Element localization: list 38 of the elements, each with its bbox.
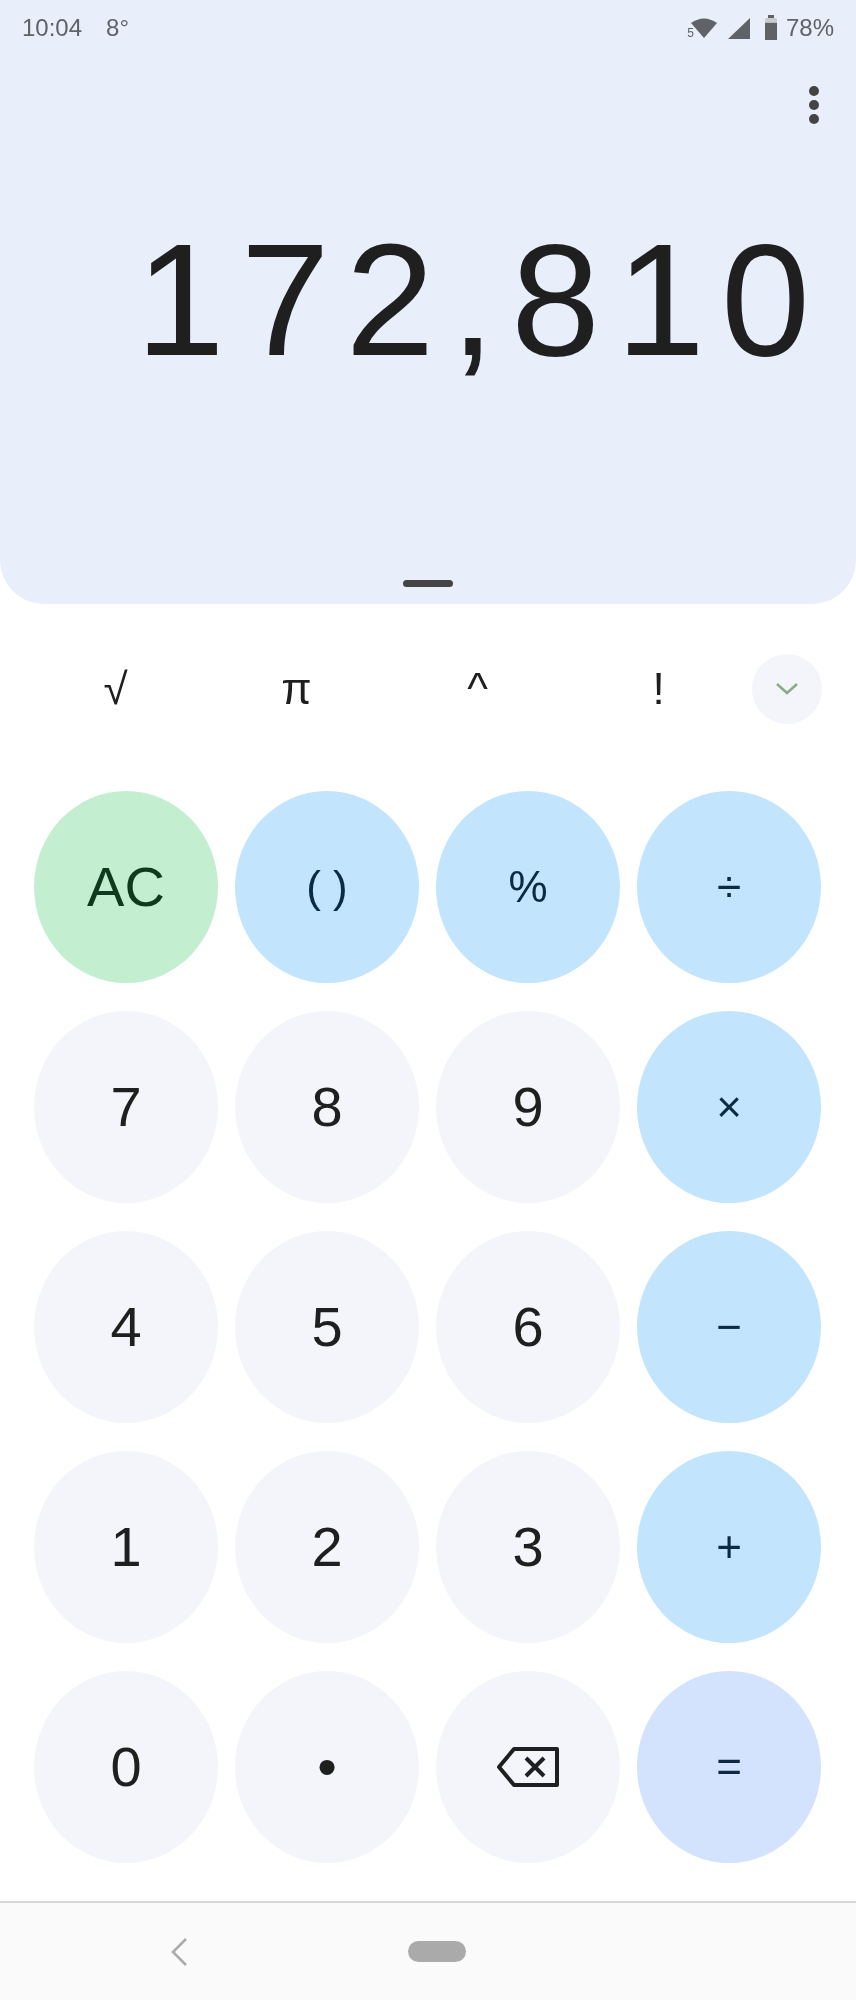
- weather-temperature: 8°: [106, 12, 129, 43]
- operator-key[interactable]: +: [637, 1451, 821, 1643]
- operator-key[interactable]: −: [637, 1231, 821, 1423]
- equals-key[interactable]: =: [637, 1671, 821, 1863]
- drag-handle[interactable]: [403, 580, 453, 587]
- digit-key[interactable]: 2: [235, 1451, 419, 1643]
- digit-key[interactable]: 9: [436, 1011, 620, 1203]
- digit-key[interactable]: 3: [436, 1451, 620, 1643]
- digit-key[interactable]: 1: [34, 1451, 218, 1643]
- digit-key[interactable]: •: [235, 1671, 419, 1863]
- wifi-icon: [689, 16, 718, 39]
- digit-key[interactable]: 0: [34, 1671, 218, 1863]
- back-button[interactable]: [170, 1936, 188, 1967]
- function-key[interactable]: π: [206, 656, 387, 722]
- back-icon: [170, 1936, 188, 1967]
- clear-key[interactable]: AC: [34, 791, 218, 983]
- digit-key[interactable]: 6: [436, 1231, 620, 1423]
- function-key[interactable]: √: [25, 656, 206, 722]
- operator-key[interactable]: ×: [637, 1011, 821, 1203]
- more-options-button[interactable]: [808, 85, 820, 125]
- function-key[interactable]: !: [568, 656, 749, 722]
- battery-percentage: 78%: [785, 12, 834, 43]
- digit-key[interactable]: 8: [235, 1011, 419, 1203]
- operator-key[interactable]: %: [436, 791, 620, 983]
- clock-time: 10:04: [22, 12, 83, 43]
- function-key[interactable]: ^: [387, 656, 568, 722]
- wifi-band-label: 5: [687, 26, 694, 39]
- operator-key[interactable]: ÷: [637, 791, 821, 983]
- backspace-icon: [496, 1746, 560, 1788]
- digit-key[interactable]: 5: [235, 1231, 419, 1423]
- chevron-down-icon: [775, 682, 799, 696]
- digit-key[interactable]: 4: [34, 1231, 218, 1423]
- operator-key[interactable]: ( ): [235, 791, 419, 983]
- result-display: 172,810: [134, 220, 827, 380]
- home-button[interactable]: [408, 1941, 466, 1962]
- battery-icon: [763, 14, 778, 41]
- digit-key[interactable]: 7: [34, 1011, 218, 1203]
- menu-icon: [808, 85, 820, 125]
